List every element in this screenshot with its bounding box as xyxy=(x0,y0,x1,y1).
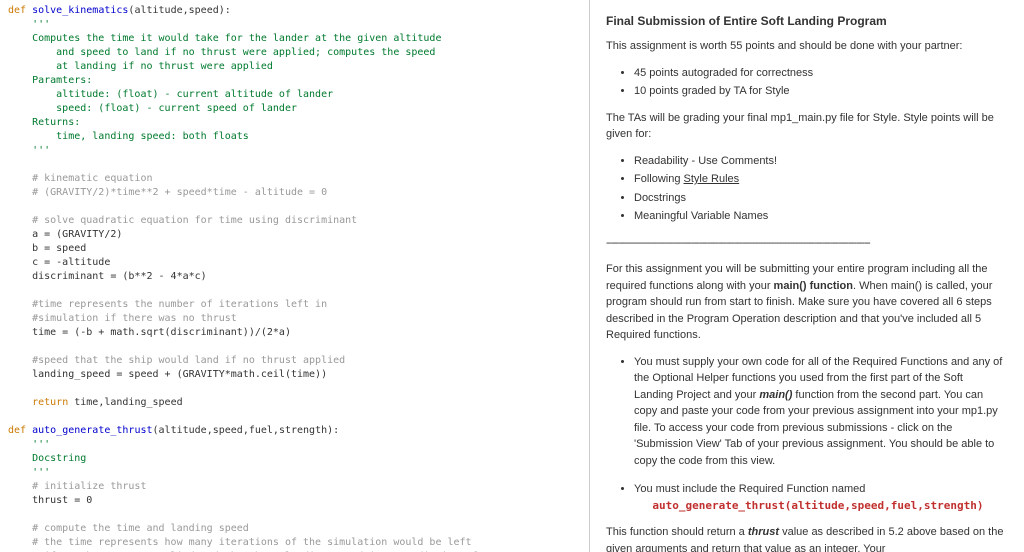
code-editor-pane[interactable]: def solve_kinematics(altitude,speed): ''… xyxy=(0,0,590,552)
style-intro: The TAs will be grading your final mp1_m… xyxy=(606,110,1004,143)
list-item: Meaningful Variable Names xyxy=(634,208,1004,225)
list-item: 45 points autograded for correctness xyxy=(634,65,1004,82)
code-content[interactable]: def solve_kinematics(altitude,speed): ''… xyxy=(0,0,589,552)
style-list: Readability - Use Comments! Following St… xyxy=(606,153,1004,225)
list-item: Following Style Rules xyxy=(634,171,1004,188)
req-list: You must supply your own code for all of… xyxy=(606,354,1004,515)
intro-text: This assignment is worth 55 points and s… xyxy=(606,38,1004,55)
main-para: For this assignment you will be submitti… xyxy=(606,261,1004,344)
list-item: You must include the Required Function n… xyxy=(634,481,1004,514)
points-list: 45 points autograded for correctness 10 … xyxy=(606,65,1004,100)
page-title: Final Submission of Entire Soft Landing … xyxy=(606,14,1004,28)
thrust-para: This function should return a thrust val… xyxy=(606,524,1004,552)
list-item: Readability - Use Comments! xyxy=(634,153,1004,170)
code-func-name: auto_generate_thrust(altitude,speed,fuel… xyxy=(652,499,983,512)
divider: ----------------------------------------… xyxy=(606,235,1004,252)
list-item: You must supply your own code for all of… xyxy=(634,354,1004,470)
style-rules-link[interactable]: Style Rules xyxy=(684,173,740,185)
list-item: 10 points graded by TA for Style xyxy=(634,83,1004,100)
instructions-pane[interactable]: Final Submission of Entire Soft Landing … xyxy=(590,0,1024,552)
list-item: Docstrings xyxy=(634,190,1004,207)
